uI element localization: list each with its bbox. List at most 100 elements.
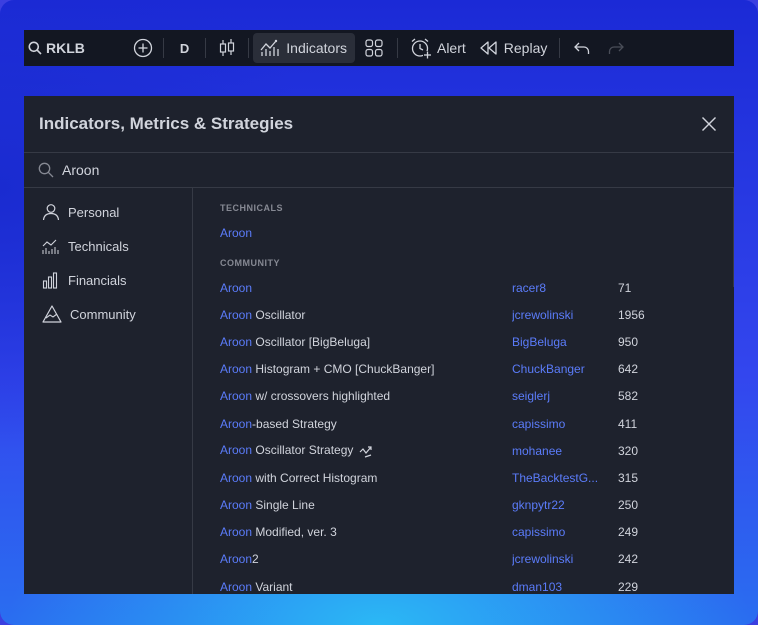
item-name: Histogram + CMO [ChuckBanger]: [252, 362, 435, 377]
author-link[interactable]: TheBacktestG...: [512, 471, 618, 485]
item-name: Modified, ver. 3: [252, 525, 337, 540]
section-header-technicals: Technicals: [220, 203, 283, 213]
author-link[interactable]: jcrewolinski: [512, 308, 618, 322]
item-name: 2: [252, 552, 259, 567]
sidebar-item-label: Financials: [68, 272, 127, 288]
search-icon: [28, 41, 42, 55]
author-link[interactable]: capissimo: [512, 417, 618, 431]
undo-icon: [574, 42, 590, 54]
toolbar-separator: [248, 38, 250, 58]
list-item[interactable]: Aroon: [220, 219, 734, 246]
author-link[interactable]: ChuckBanger: [512, 362, 618, 376]
dialog-title: Indicators, Metrics & Strategies: [39, 114, 294, 133]
table-row[interactable]: Aroon with Correct Histogram TheBacktest…: [220, 464, 734, 491]
replay-label: Replay: [503, 40, 548, 56]
table-row[interactable]: Aroon racer8 71: [220, 274, 734, 301]
toolbar-separator: [396, 38, 398, 58]
item-name-highlight: Aroon: [220, 280, 253, 295]
interval-label: D: [179, 40, 190, 56]
author-link[interactable]: mohanee: [512, 444, 618, 458]
table-row[interactable]: Aroon Variant dman103 229: [220, 573, 734, 594]
table-row[interactable]: Aroon Histogram + CMO [ChuckBanger] Chuc…: [220, 356, 734, 383]
table-row[interactable]: Aroon2 jcrewolinski 242: [220, 546, 734, 573]
item-name: w/ crossovers highlighted: [252, 389, 391, 404]
item-name: Oscillator Strategy: [252, 443, 354, 458]
chart-type-button[interactable]: [210, 33, 244, 63]
indicators-label: Indicators: [286, 40, 347, 56]
item-name-highlight: Aroon: [220, 525, 253, 540]
likes-count: 242: [618, 552, 639, 567]
alert-button[interactable]: Alert: [402, 33, 472, 63]
compare-symbol-button[interactable]: [127, 33, 159, 63]
replay-button[interactable]: Replay: [472, 33, 556, 63]
close-button[interactable]: [697, 112, 721, 136]
item-name: Oscillator [BigBeluga]: [252, 334, 371, 349]
sidebar-item-financials[interactable]: Financials: [24, 263, 192, 297]
sidebar-item-community[interactable]: Community: [24, 297, 192, 331]
sidebar-item-personal[interactable]: Personal: [24, 195, 192, 229]
item-name-highlight: Aroon: [220, 334, 253, 349]
table-row[interactable]: Aroon Oscillator jcrewolinski 1956: [220, 301, 734, 328]
likes-count: 320: [618, 443, 639, 458]
item-name-highlight: Aroon: [220, 443, 253, 458]
author-link[interactable]: dman103: [512, 580, 618, 594]
redo-button[interactable]: [600, 33, 632, 63]
toolbar-separator: [205, 38, 207, 58]
item-name-highlight: Aroon: [220, 579, 253, 594]
item-name-highlight: Aroon: [220, 416, 253, 431]
sidebar-item-label: Technicals: [68, 238, 129, 254]
search-icon: [38, 162, 54, 178]
table-row[interactable]: Aroon Oscillator [BigBeluga] BigBeluga 9…: [220, 328, 734, 355]
symbol-search-button[interactable]: RKLB: [24, 33, 91, 63]
item-name: Variant: [252, 579, 293, 594]
likes-count: 950: [618, 334, 639, 349]
technicals-icon: [42, 239, 59, 254]
layouts-button[interactable]: [355, 33, 393, 63]
indicators-button[interactable]: Indicators: [253, 33, 355, 63]
results-list: Technicals Aroon Community Aroon racer8 …: [193, 187, 734, 594]
interval-button[interactable]: D: [168, 33, 201, 63]
dialog-body: Personal Technicals Financials Community…: [24, 187, 734, 594]
toolbar-separator: [559, 38, 561, 58]
redo-icon: [609, 42, 625, 54]
undo-button[interactable]: [564, 33, 600, 63]
table-row[interactable]: Aroon Modified, ver. 3 capissimo 249: [220, 519, 734, 546]
author-link[interactable]: racer8: [512, 281, 618, 295]
financials-icon: [42, 272, 58, 289]
likes-count: 249: [618, 525, 639, 540]
alarm-clock-plus-icon: [411, 38, 432, 59]
item-name-highlight: Aroon: [220, 362, 253, 377]
table-row[interactable]: Aroon Single Line gknpytr22 250: [220, 492, 734, 519]
item-name-highlight: Aroon: [220, 552, 253, 567]
item-name-highlight: Aroon: [220, 225, 253, 240]
item-name: Single Line: [252, 498, 315, 513]
dialog-header: Indicators, Metrics & Strategies: [24, 96, 734, 153]
indicators-chart-icon: [260, 39, 279, 56]
likes-count: 642: [618, 362, 639, 377]
sidebar-item-label: Community: [70, 306, 136, 322]
author-link[interactable]: BigBeluga: [512, 335, 618, 349]
likes-count: 315: [618, 470, 639, 485]
author-link[interactable]: capissimo: [512, 525, 618, 539]
symbol-label: RKLB: [46, 40, 85, 56]
author-link[interactable]: seiglerj: [512, 389, 618, 403]
table-row[interactable]: Aroon w/ crossovers highlighted seiglerj…: [220, 383, 734, 410]
indicators-dialog: Indicators, Metrics & Strategies Persona…: [24, 96, 734, 594]
item-name: with Correct Histogram: [252, 470, 378, 485]
scrollbar[interactable]: [733, 187, 734, 287]
sidebar-item-technicals[interactable]: Technicals: [24, 229, 192, 263]
search-input[interactable]: [62, 162, 720, 178]
person-icon: [42, 204, 60, 221]
author-link[interactable]: jcrewolinski: [512, 552, 618, 566]
likes-count: 229: [618, 579, 639, 594]
table-row[interactable]: Aroon Oscillator Strategy mohanee 320: [220, 437, 734, 464]
author-link[interactable]: gknpytr22: [512, 498, 618, 512]
category-sidebar: Personal Technicals Financials Community: [24, 187, 193, 594]
likes-count: 411: [618, 416, 638, 431]
likes-count: 71: [618, 280, 632, 295]
rewind-icon: [480, 41, 497, 55]
plus-circle-icon: [133, 38, 153, 58]
table-row[interactable]: Aroon-based Strategy capissimo 411: [220, 410, 734, 437]
likes-count: 250: [618, 498, 639, 513]
alert-label: Alert: [436, 40, 466, 56]
